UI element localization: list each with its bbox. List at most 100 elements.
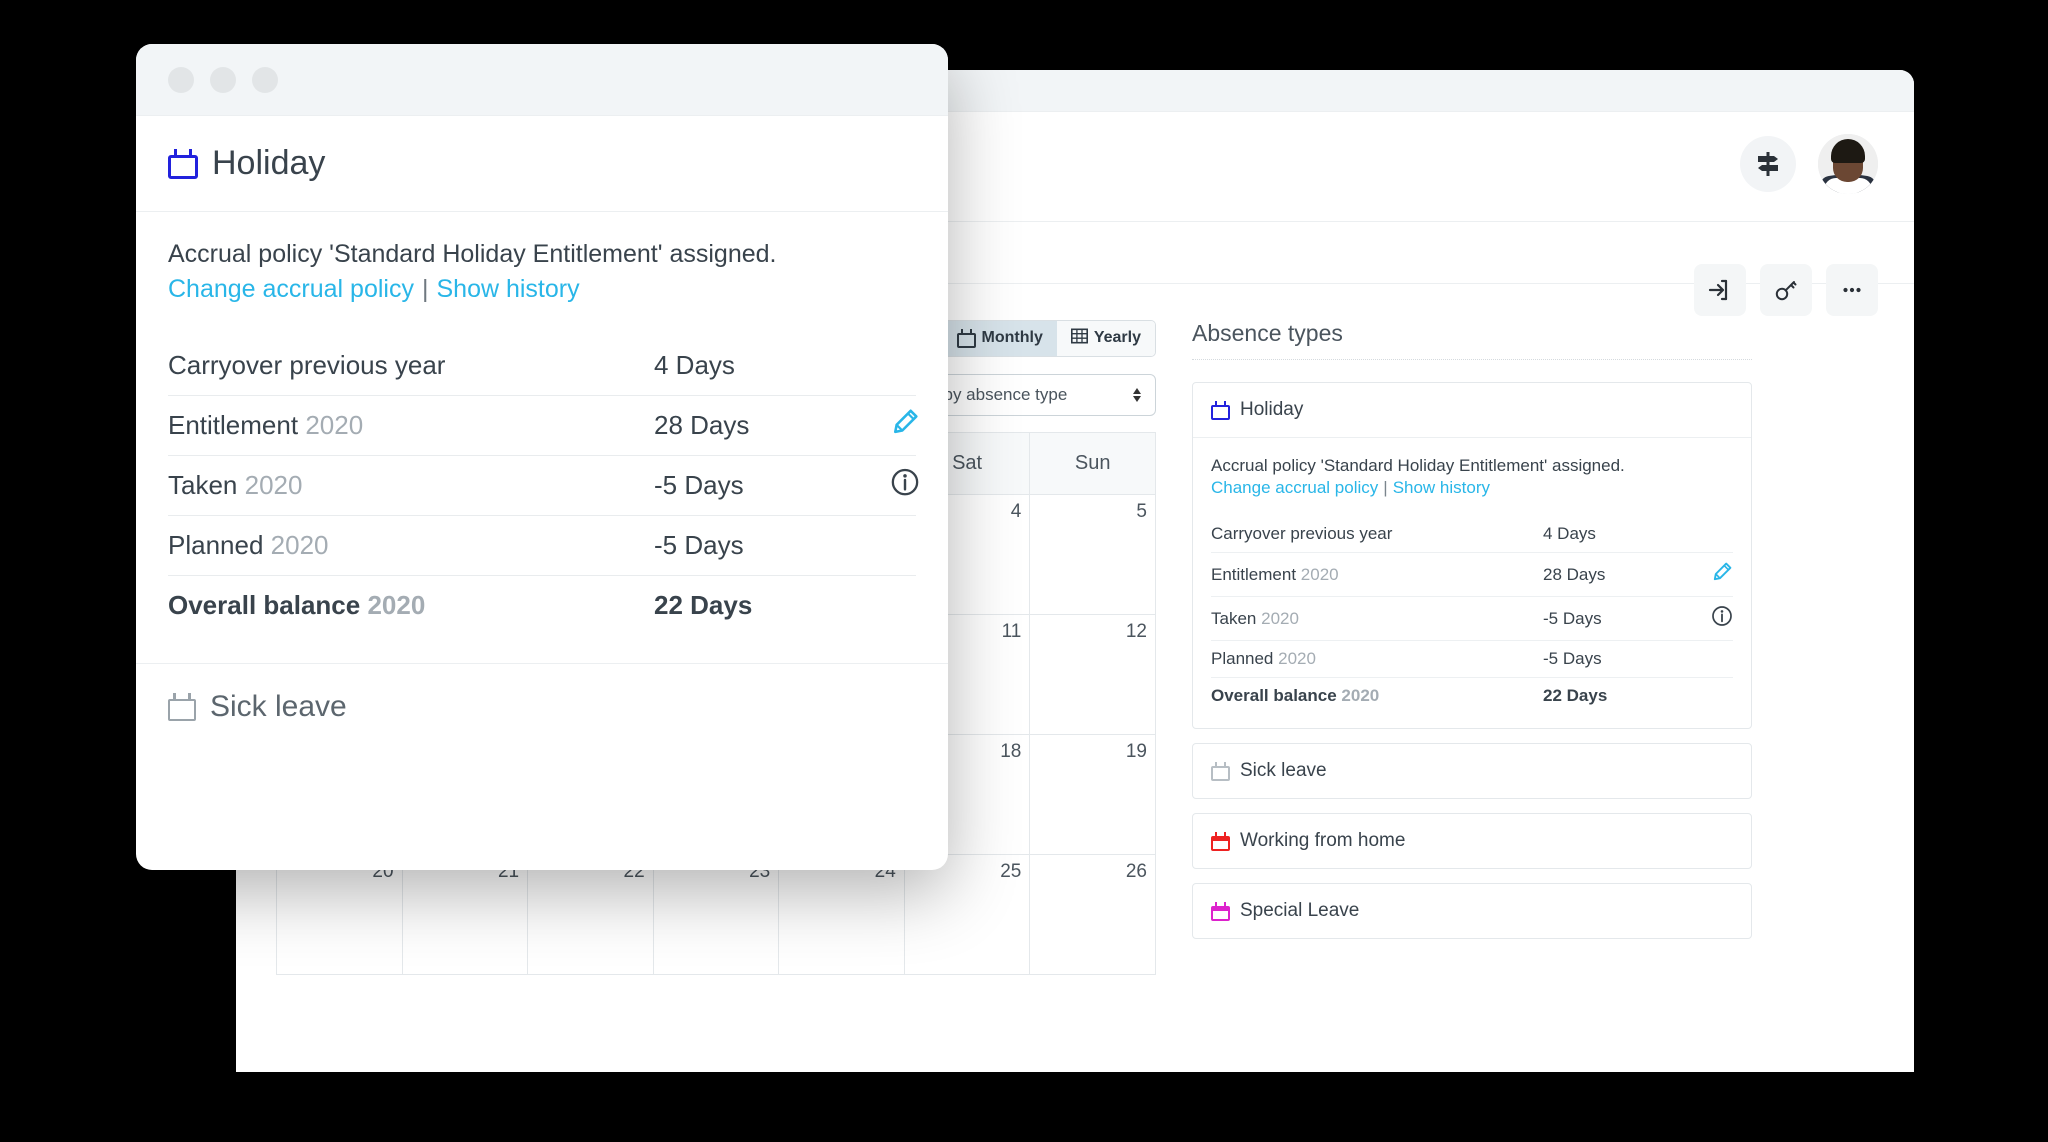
balance-row-value: 4 Days [654, 336, 864, 396]
popup-titlebar [136, 44, 948, 116]
avatar[interactable] [1818, 134, 1878, 194]
balance-row-value: 22 Days [654, 590, 753, 620]
balance-row-label: Taken 2020 [1211, 596, 1543, 641]
calendar-day-cell[interactable]: 26 [1029, 854, 1156, 975]
holiday-card-header[interactable]: Holiday [1193, 383, 1751, 438]
taken-info-icon[interactable] [1711, 605, 1733, 632]
calendar-day-cell[interactable]: 23 [652, 854, 780, 975]
balance-row: Planned 2020 -5 Days [168, 515, 916, 576]
edit-entitlement-icon[interactable] [1711, 561, 1733, 588]
popup-accrual-policy-links: Change accrual policy | Show history [168, 275, 916, 304]
other-absence-types-list: Sick leave Working from home Special Leave [1192, 743, 1752, 939]
balance-row-icon [1693, 596, 1733, 641]
absence-types-title: Absence types [1192, 320, 1343, 346]
calendar-day-number: 12 [1125, 621, 1147, 642]
window-close-dot[interactable] [168, 66, 194, 93]
popup-balance-table: Carryover previous year 4 Days Entitlement… [168, 336, 919, 636]
calendar-day-cell[interactable]: 19 [1029, 734, 1156, 855]
holiday-card-title: Holiday [1240, 399, 1304, 420]
window-minimize-dot[interactable] [210, 66, 236, 93]
link-separator: | [1383, 478, 1388, 497]
login-as-icon[interactable] [1694, 264, 1746, 316]
calendar-day-number: 18 [1000, 741, 1022, 762]
popup-sick-leave-row[interactable]: Sick leave [136, 663, 948, 750]
balance-row-icon [1693, 640, 1733, 678]
absence-type-header: Special Leave [1193, 884, 1751, 938]
calendar-day-number: 19 [1125, 741, 1147, 762]
calendar-day-cell[interactable]: 24 [778, 854, 905, 975]
calendar-day-cell[interactable]: 5 [1029, 494, 1156, 615]
calendar-icon [1211, 831, 1230, 851]
popup-link-separator: | [421, 275, 429, 303]
popup-change-accrual-policy-link[interactable]: Change accrual policy [168, 275, 414, 303]
accrual-policy-links: Change accrual policy | Show history [1211, 478, 1733, 498]
balance-row-icon [864, 576, 916, 636]
balance-row: Entitlement 2020 28 Days [168, 395, 918, 456]
calendar-day-number: 4 [1010, 501, 1022, 522]
view-toggle-yearly[interactable]: Yearly [1056, 320, 1155, 356]
calendar-day-number: 5 [1136, 501, 1147, 522]
balance-row-icon [864, 395, 918, 456]
calendar-day-number: 11 [1001, 621, 1022, 642]
key-icon[interactable] [1760, 264, 1812, 316]
calendar-icon [168, 693, 196, 721]
balance-row: Taken 2020 -5 Days [168, 455, 919, 516]
record-action-buttons [1694, 264, 1878, 316]
balance-row-icon [1693, 552, 1733, 597]
absence-type-label: Working from home [1240, 830, 1406, 851]
popup-body: Accrual policy 'Standard Holiday Entitle… [136, 212, 948, 645]
taken-info-icon[interactable] [890, 465, 920, 507]
balance-row: Planned 2020 -5 Days [1211, 640, 1733, 678]
calendar-day-cell[interactable]: 12 [1029, 614, 1156, 735]
view-toggle: Monthly Yearly [941, 319, 1156, 357]
balance-row-label: Planned 2020 [1211, 640, 1543, 678]
calendar-day-cell[interactable]: 25 [903, 854, 1031, 975]
zoom-popup-window: Holiday Accrual policy 'Standard Holiday… [136, 44, 948, 870]
balance-row-label: Overall balance 2020 [168, 590, 426, 620]
divider [1192, 359, 1752, 360]
view-toggle-yearly-label: Yearly [1093, 329, 1141, 346]
signpost-icon[interactable] [1740, 136, 1796, 192]
balance-row-value: -5 Days [1543, 596, 1693, 641]
more-icon[interactable] [1826, 264, 1878, 316]
balance-row-value: 4 Days [1543, 516, 1693, 553]
calendar-day-cell[interactable]: 22 [527, 854, 654, 975]
balance-row-value: -5 Days [654, 515, 864, 576]
balance-row: Carryover previous year 4 Days [168, 336, 916, 396]
holiday-balance-table: Carryover previous year 4 Days Entitlement… [1211, 516, 1733, 714]
window-maximize-dot[interactable] [252, 66, 278, 93]
popup-show-history-link[interactable]: Show history [436, 275, 579, 303]
balance-row-label: Overall balance 2020 [1211, 686, 1380, 705]
balance-row: Entitlement 2020 28 Days [1211, 552, 1733, 597]
view-toggle-monthly[interactable]: Monthly [942, 320, 1057, 356]
change-accrual-policy-link[interactable]: Change accrual policy [1211, 478, 1378, 497]
absence-type-card[interactable]: Working from home [1192, 813, 1752, 869]
grid-icon [1070, 327, 1088, 349]
calendar-day-cell[interactable]: 20 [276, 854, 403, 975]
edit-entitlement-icon[interactable] [890, 405, 920, 447]
show-history-link[interactable]: Show history [1393, 478, 1490, 497]
balance-row-label: Entitlement 2020 [1211, 552, 1543, 597]
balance-row-icon [1693, 678, 1733, 715]
absence-type-card[interactable]: Sick leave [1192, 743, 1752, 799]
calendar-icon [956, 328, 976, 348]
holiday-card: Holiday Accrual policy 'Standard Holiday… [1192, 382, 1752, 729]
absence-type-card[interactable]: Special Leave [1192, 883, 1752, 939]
accrual-policy-text: Accrual policy 'Standard Holiday Entitle… [1211, 456, 1625, 475]
balance-row-value: -5 Days [1543, 640, 1693, 678]
balance-row-label: Entitlement 2020 [168, 395, 654, 456]
holiday-card-body: Accrual policy 'Standard Holiday Entitle… [1193, 438, 1751, 728]
balance-row-icon [864, 336, 916, 396]
calendar-day-cell[interactable]: 21 [401, 854, 529, 975]
absence-type-label: Sick leave [1240, 760, 1327, 781]
absence-type-label: Special Leave [1240, 900, 1360, 921]
balance-row: Overall balance 2020 22 Days [168, 576, 916, 636]
header-right-controls [1740, 134, 1878, 194]
calendar-icon [168, 148, 198, 179]
calendar-day-number: 26 [1125, 861, 1147, 882]
popup-accrual-policy-text: Accrual policy 'Standard Holiday Entitle… [168, 240, 777, 268]
balance-row-label: Planned 2020 [168, 515, 654, 576]
calendar-icon [1211, 761, 1230, 781]
balance-row-icon [1693, 516, 1733, 553]
balance-row-value: 22 Days [1543, 686, 1608, 705]
